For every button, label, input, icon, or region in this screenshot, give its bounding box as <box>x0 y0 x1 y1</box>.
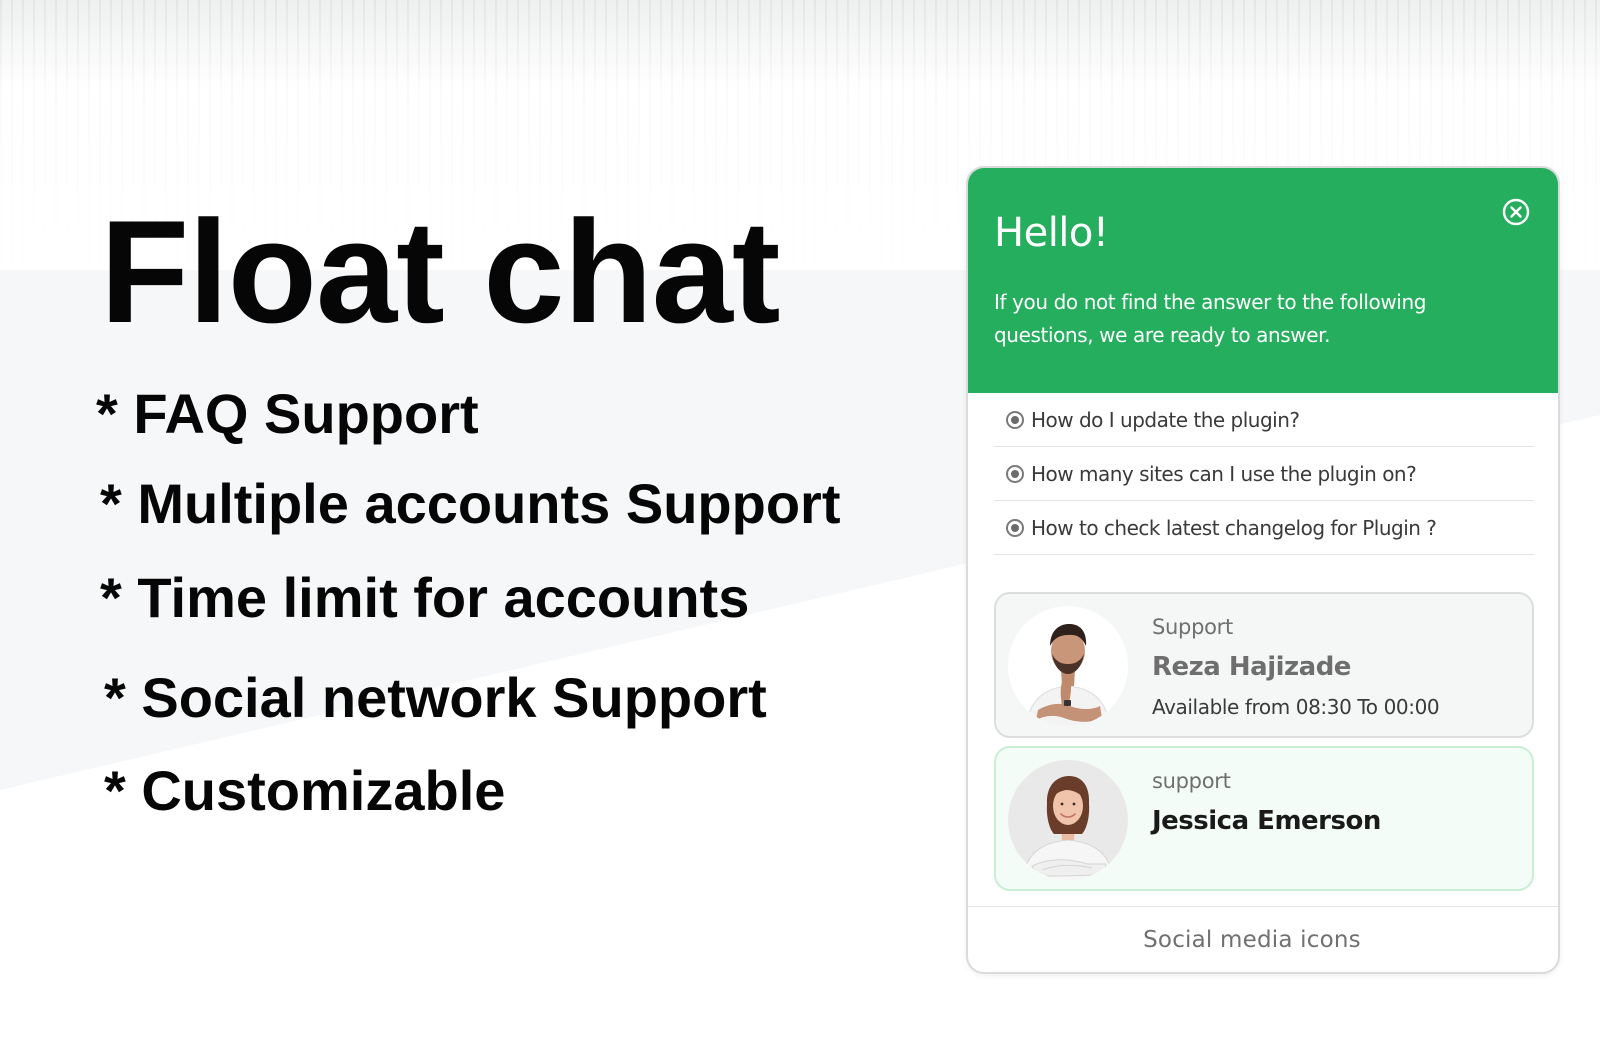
faq-question: How to check latest changelog for Plugin… <box>1031 515 1437 540</box>
intro-text: If you do not find the answer to the fol… <box>994 290 1427 347</box>
feature-time-limit: * Time limit for accounts <box>100 566 750 629</box>
close-circle-icon[interactable] <box>1502 198 1530 226</box>
chat-widget-header: Hello! If you do not find the answer to … <box>968 168 1558 393</box>
chat-widget: Hello! If you do not find the answer to … <box>966 166 1560 974</box>
faq-item[interactable]: How do I update the plugin? <box>994 393 1534 447</box>
agent-role: Support <box>1152 615 1233 639</box>
faq-item[interactable]: How many sites can I use the plugin on? <box>994 447 1534 501</box>
faq-question: How do I update the plugin? <box>1031 407 1300 432</box>
social-media-footer: Social media icons <box>968 906 1558 972</box>
agent-card-reza[interactable]: Support Reza Hajizade Available from 08:… <box>994 592 1534 738</box>
faq-list: How do I update the plugin? How many sit… <box>994 393 1534 555</box>
agent-name: Reza Hajizade <box>1152 652 1351 682</box>
agent-name: Jessica Emerson <box>1152 806 1381 836</box>
faq-item[interactable]: How to check latest changelog for Plugin… <box>994 501 1534 555</box>
avatar <box>1008 760 1128 880</box>
agent-card-jessica[interactable]: support Jessica Emerson <box>994 746 1534 891</box>
greeting-title: Hello! <box>994 210 1109 256</box>
feature-multiple-accounts: * Multiple accounts Support <box>100 472 841 535</box>
feature-faq-support: * FAQ Support <box>96 382 479 445</box>
avatar <box>1008 606 1128 726</box>
feature-social-network: * Social network Support <box>104 666 767 729</box>
agent-availability: Available from 08:30 To 00:00 <box>1152 695 1440 719</box>
headline: Float chat <box>100 190 781 353</box>
radio-bullet-icon <box>1006 518 1024 537</box>
feature-customizable: * Customizable <box>104 759 506 822</box>
radio-bullet-icon <box>1006 410 1024 429</box>
radio-bullet-icon <box>1006 464 1024 483</box>
faq-question: How many sites can I use the plugin on? <box>1031 461 1417 486</box>
social-media-label: Social media icons <box>1143 926 1361 953</box>
agent-role: support <box>1152 769 1231 793</box>
